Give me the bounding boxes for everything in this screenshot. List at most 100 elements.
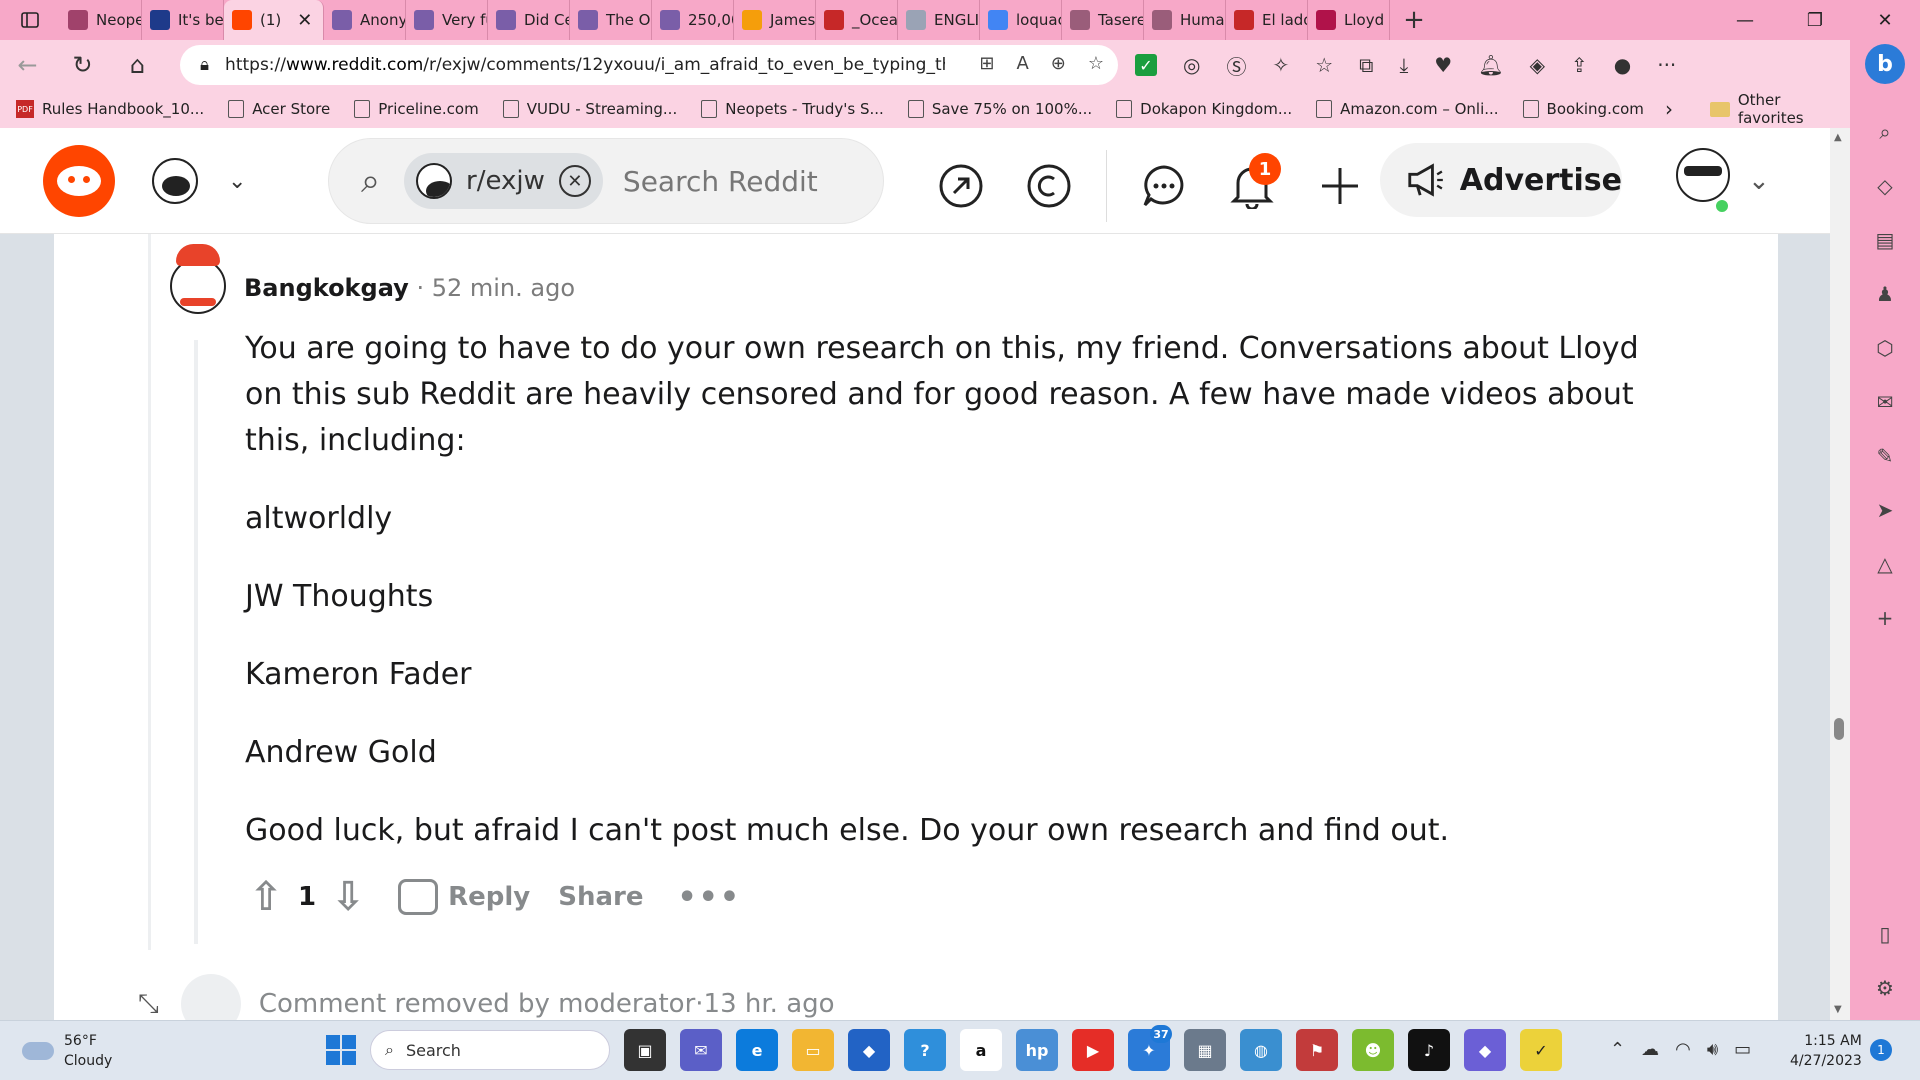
norton-icon[interactable]: ✓ xyxy=(1520,1029,1562,1071)
create-post-icon[interactable] xyxy=(1309,155,1371,217)
new-tab-button[interactable]: + xyxy=(1390,5,1438,35)
read-aloud-icon[interactable]: A xyxy=(1016,53,1028,74)
user-avatar[interactable] xyxy=(1670,138,1740,222)
show-hidden-icons-chevron[interactable]: ⌃ xyxy=(1610,1039,1625,1060)
browser-tab[interactable]: Did Ced xyxy=(488,0,570,40)
other-favorites-folder[interactable]: Other favorites xyxy=(1710,91,1850,127)
bookmark-item[interactable]: Amazon.com – Onli... xyxy=(1316,100,1499,118)
file-explorer-icon[interactable]: ▭ xyxy=(792,1029,834,1071)
sidebar-settings-icon[interactable]: ⚙ xyxy=(1876,976,1894,1000)
send-icon[interactable]: ➤ xyxy=(1873,498,1897,528)
game-icon[interactable]: ⚑ xyxy=(1296,1029,1338,1071)
page-scrollbar[interactable] xyxy=(1830,128,1850,1020)
browser-tab[interactable]: Human xyxy=(1144,0,1226,40)
comment-thread-line[interactable] xyxy=(194,340,198,944)
browser-tab[interactable]: El lado xyxy=(1226,0,1308,40)
messenger-icon[interactable]: ✦ 37 xyxy=(1128,1025,1172,1071)
wifi-icon[interactable]: ◠ xyxy=(1675,1039,1691,1060)
bing-copilot-icon[interactable]: b xyxy=(1865,44,1905,84)
advertise-button[interactable]: Advertise xyxy=(1380,143,1622,217)
browser-tab[interactable]: Tasered xyxy=(1062,0,1144,40)
maps-icon[interactable]: ◍ xyxy=(1240,1029,1282,1071)
commenter-avatar[interactable] xyxy=(168,238,230,320)
health-icon[interactable]: ♥ xyxy=(1434,53,1452,77)
profile-icon[interactable]: ● xyxy=(1614,53,1631,77)
copilot-app-icon[interactable]: ◆ xyxy=(1464,1029,1506,1071)
minimize-icon[interactable]: — xyxy=(1710,0,1780,40)
bookmark-item[interactable]: VUDU - Streaming... xyxy=(502,100,677,118)
games-icon[interactable]: ♟ xyxy=(1873,282,1897,312)
browser-tab[interactable]: Very fun xyxy=(406,0,488,40)
community-switcher[interactable]: ⌄ xyxy=(152,158,246,204)
checkmark-extension-icon[interactable]: ✓ xyxy=(1135,54,1157,76)
settings-more-icon[interactable]: ··· xyxy=(1657,53,1676,77)
close-tab-icon[interactable]: ✕ xyxy=(297,10,312,31)
get-help-icon[interactable]: ? xyxy=(904,1029,946,1071)
browser-tab[interactable]: James L xyxy=(734,0,816,40)
onedrive-cloud-icon[interactable]: ☁ xyxy=(1641,1039,1659,1060)
search-input[interactable]: Search Reddit xyxy=(623,165,818,198)
browser-tab[interactable]: ENGLISH xyxy=(898,0,980,40)
hide-sidebar-icon[interactable]: ▯ xyxy=(1879,922,1890,946)
browser-tab[interactable]: Neopets xyxy=(60,0,142,40)
weather-widget[interactable]: 56°F Cloudy xyxy=(22,1031,112,1071)
close-window-icon[interactable]: ✕ xyxy=(1850,0,1920,40)
url-text[interactable]: https://www.reddit.com/r/exjw/comments/1… xyxy=(225,55,945,75)
browser-essentials-icon[interactable]: ◈ xyxy=(1530,53,1545,77)
amazon-icon[interactable]: a xyxy=(960,1029,1002,1071)
back-icon[interactable]: ← xyxy=(0,40,55,90)
s-extension-icon[interactable]: Ⓢ xyxy=(1226,51,1246,80)
browser-tab[interactable]: loquacio xyxy=(980,0,1062,40)
bookmark-item[interactable]: Booking.com xyxy=(1522,100,1644,118)
scroll-up-icon[interactable]: ▲ xyxy=(1834,132,1842,143)
browser-tab[interactable]: The Out xyxy=(570,0,652,40)
coins-icon[interactable] xyxy=(1018,155,1080,217)
restore-icon[interactable]: ❐ xyxy=(1780,0,1850,40)
bookmark-item[interactable]: Priceline.com xyxy=(354,100,479,118)
browser-tab[interactable]: (1) ✕ xyxy=(224,0,324,40)
task-view-icon[interactable]: ▣ xyxy=(624,1029,666,1071)
tracker-extension-icon[interactable]: ◎ xyxy=(1183,53,1200,77)
share-button[interactable]: Share xyxy=(558,882,643,912)
refresh-icon[interactable]: ↻ xyxy=(55,40,110,90)
zoom-icon[interactable]: ⊕ xyxy=(1051,53,1066,74)
drop-icon[interactable]: △ xyxy=(1873,552,1897,582)
community-filter-chip[interactable]: r/exjw ✕ xyxy=(404,153,603,209)
shopping-tag-icon[interactable]: ◇ xyxy=(1873,174,1897,204)
more-bookmarks-chevron-icon[interactable]: › xyxy=(1665,97,1673,121)
office-icon[interactable]: ⬡ xyxy=(1873,336,1897,366)
lock-icon[interactable]: 🔒︎ xyxy=(200,55,209,75)
volume-icon[interactable]: 🔊︎ xyxy=(1707,1039,1718,1060)
bookmark-item[interactable]: Dokapon Kingdom... xyxy=(1116,100,1292,118)
calculator-icon[interactable]: ▦ xyxy=(1184,1029,1226,1071)
system-clock[interactable]: 1:15 AM 4/27/2023 xyxy=(1790,1031,1862,1071)
more-options-icon[interactable]: ••• xyxy=(677,880,741,915)
add-sidebar-app-icon[interactable]: + xyxy=(1873,606,1897,636)
youtube-icon[interactable]: ▶ xyxy=(1072,1029,1114,1071)
app-available-icon[interactable]: ⊞ xyxy=(979,53,994,74)
downloads-icon[interactable]: ⤓ xyxy=(1399,53,1408,77)
collections-icon[interactable]: ⧉ xyxy=(1359,53,1373,77)
bookmark-item[interactable]: Neopets - Trudy's S... xyxy=(701,100,884,118)
myhp-icon[interactable]: hp xyxy=(1016,1029,1058,1071)
microsoft-store-icon[interactable]: ◆ xyxy=(848,1029,890,1071)
address-bar[interactable]: 🔒︎ https://www.reddit.com/r/exjw/comment… xyxy=(180,45,1118,85)
outlook-icon[interactable]: ✉ xyxy=(1873,390,1897,420)
notifications-browser-icon[interactable]: 🔔︎ xyxy=(1478,53,1503,77)
browser-tab[interactable]: 250,000 xyxy=(652,0,734,40)
browser-tab[interactable]: _Ocean xyxy=(816,0,898,40)
bookmark-item[interactable]: Acer Store xyxy=(228,100,330,118)
bookmark-item[interactable]: Save 75% on 100%... xyxy=(907,100,1092,118)
notifications-bell-icon[interactable]: 1 xyxy=(1221,153,1283,217)
reddit-logo-icon[interactable] xyxy=(43,145,115,217)
scroll-down-icon[interactable]: ▼ xyxy=(1834,1004,1842,1015)
user-menu-chevron-icon[interactable]: ⌄ xyxy=(1748,166,1770,196)
downvote-icon[interactable]: ⇩ xyxy=(326,874,370,920)
frog-game-icon[interactable]: ☻ xyxy=(1352,1029,1394,1071)
designer-icon[interactable]: ✎ xyxy=(1873,444,1897,474)
reddit-search[interactable]: ⌕ r/exjw ✕ Search Reddit xyxy=(328,138,884,224)
comment-author-link[interactable]: Bangkokgay xyxy=(244,274,409,302)
parent-thread-line[interactable] xyxy=(148,234,151,950)
reply-button[interactable]: Reply xyxy=(398,879,530,915)
teams-chat-icon[interactable]: ✉ xyxy=(680,1029,722,1071)
